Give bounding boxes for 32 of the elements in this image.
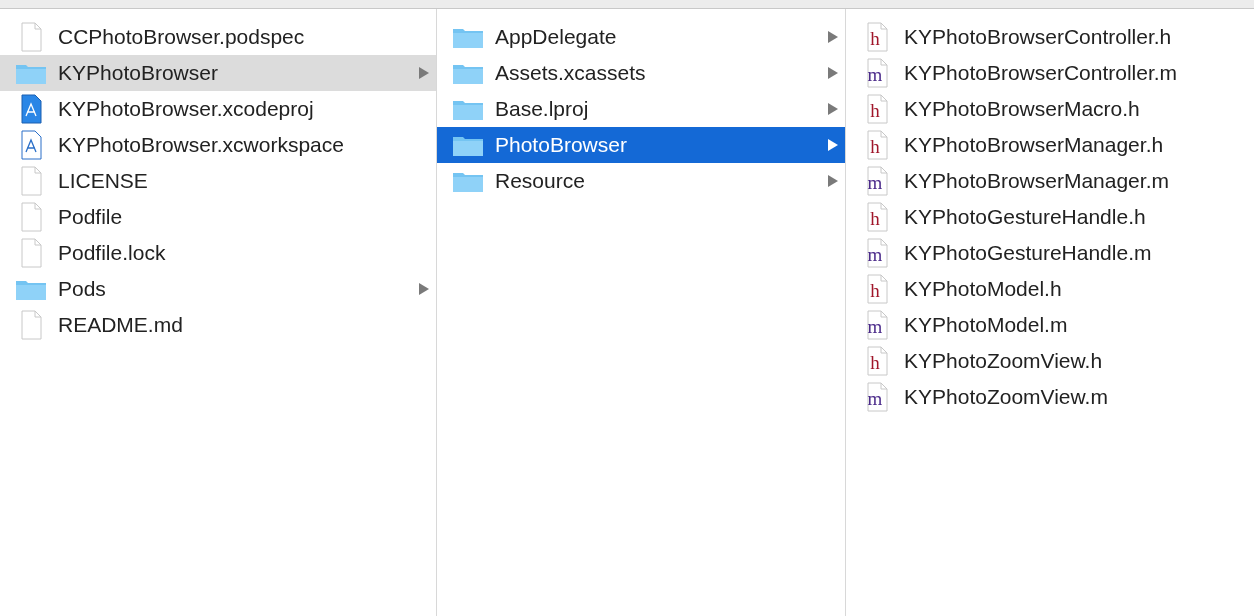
file-list-item[interactable]: Pods <box>0 271 436 307</box>
disclosure-arrow-icon[interactable] <box>827 174 839 188</box>
file-list-item[interactable]: m KYPhotoBrowserManager.m <box>846 163 1254 199</box>
file-list-item[interactable]: AppDelegate <box>437 19 845 55</box>
disclosure-arrow-icon[interactable] <box>827 30 839 44</box>
file-list-item[interactable]: h KYPhotoGestureHandle.h <box>846 199 1254 235</box>
file-list-item[interactable]: Resource <box>437 163 845 199</box>
file-list-item[interactable]: h KYPhotoZoomView.h <box>846 343 1254 379</box>
disclosure-arrow-icon[interactable] <box>827 66 839 80</box>
file-list-item[interactable]: KYPhotoBrowser.xcodeproj <box>0 91 436 127</box>
file-list-item[interactable]: Base.lproj <box>437 91 845 127</box>
file-list-item[interactable]: LICENSE <box>0 163 436 199</box>
file-list-item[interactable]: m KYPhotoZoomView.m <box>846 379 1254 415</box>
disclosure-arrow-icon[interactable] <box>827 102 839 116</box>
file-list-item[interactable]: Podfile <box>0 199 436 235</box>
file-list-item[interactable]: KYPhotoBrowser <box>0 55 436 91</box>
file-list-item[interactable]: h KYPhotoBrowserMacro.h <box>846 91 1254 127</box>
file-list-item[interactable]: h KYPhotoModel.h <box>846 271 1254 307</box>
file-list-item[interactable]: KYPhotoBrowser.xcworkspace <box>0 127 436 163</box>
file-list-item[interactable]: PhotoBrowser <box>437 127 845 163</box>
file-list-item[interactable]: h KYPhotoBrowserController.h <box>846 19 1254 55</box>
file-list-item[interactable]: m KYPhotoGestureHandle.m <box>846 235 1254 271</box>
file-list-item[interactable]: README.md <box>0 307 436 343</box>
file-list-item[interactable]: Podfile.lock <box>0 235 436 271</box>
disclosure-arrow-icon[interactable] <box>418 282 430 296</box>
disclosure-arrow-icon[interactable] <box>827 138 839 152</box>
file-list-item[interactable]: CCPhotoBrowser.podspec <box>0 19 436 55</box>
file-list-item[interactable]: h KYPhotoBrowserManager.h <box>846 127 1254 163</box>
disclosure-arrow-icon[interactable] <box>418 66 430 80</box>
file-list-item[interactable]: Assets.xcassets <box>437 55 845 91</box>
file-list-item[interactable]: m KYPhotoModel.m <box>846 307 1254 343</box>
file-list-item[interactable]: m KYPhotoBrowserController.m <box>846 55 1254 91</box>
